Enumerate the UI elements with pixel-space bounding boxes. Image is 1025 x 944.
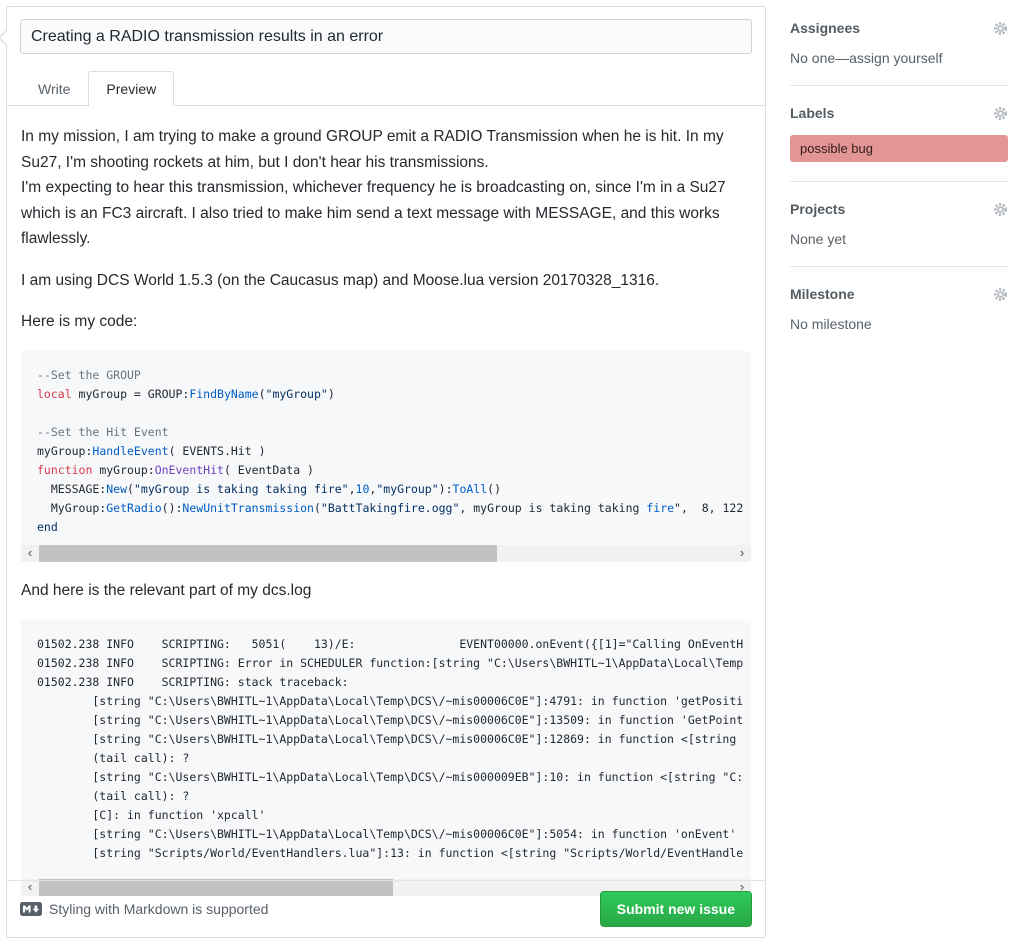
milestone-gear-button[interactable] xyxy=(993,287,1008,302)
paragraph-text: I'm expecting to hear this transmission,… xyxy=(21,179,726,247)
projects-value: None yet xyxy=(790,231,1008,247)
code-line: MESSAGE:New("myGroup is taking taking fi… xyxy=(37,480,735,499)
issue-sidebar: Assignees No one—assign yourself Labels xyxy=(790,20,1008,370)
log-line: [C]: in function 'xpcall' xyxy=(37,806,735,825)
code-line: --Set the Hit Event xyxy=(37,423,735,442)
sidebar-section-labels: Labels possible bug xyxy=(790,105,1008,182)
issue-body-paragraph: I am using DCS World 1.5.3 (on the Cauca… xyxy=(21,268,751,294)
projects-heading: Projects xyxy=(790,201,845,217)
code-line: function myGroup:OnEventHit( EventData ) xyxy=(37,461,735,480)
code-line: MyGroup:GetRadio():NewUnitTransmission("… xyxy=(37,499,735,518)
lua-code-lines: --Set the GROUPlocal myGroup = GROUP:Fin… xyxy=(21,351,751,545)
log-line: (tail call): ? xyxy=(37,787,735,806)
sidebar-section-projects: Projects None yet xyxy=(790,201,1008,267)
issue-body-paragraph: Here is my code: xyxy=(21,309,751,335)
milestone-value: No milestone xyxy=(790,316,1008,332)
markdown-support-note[interactable]: Styling with Markdown is supported xyxy=(20,901,268,917)
log-lines: 01502.238 INFO SCRIPTING: 5051( 13)/E: E… xyxy=(21,620,751,879)
gear-icon xyxy=(993,106,1008,121)
scroll-left-arrow[interactable]: ‹ xyxy=(21,545,39,562)
log-line: [string "C:\Users\BWHITL~1\AppData\Local… xyxy=(37,692,735,711)
markdown-note-text: Styling with Markdown is supported xyxy=(49,901,268,917)
assignees-heading: Assignees xyxy=(790,20,860,36)
sidebar-section-assignees: Assignees No one—assign yourself xyxy=(790,20,1008,86)
log-code-block: 01502.238 INFO SCRIPTING: 5051( 13)/E: E… xyxy=(21,620,751,896)
issue-title-input[interactable] xyxy=(20,19,752,54)
log-line: [string "C:\Users\BWHITL~1\AppData\Local… xyxy=(37,730,735,749)
gear-icon xyxy=(993,202,1008,217)
sidebar-section-milestone: Milestone No milestone xyxy=(790,286,1008,351)
write-preview-tabs: Write Preview xyxy=(7,71,765,106)
code-line: end xyxy=(37,518,735,537)
assignees-value[interactable]: No one—assign yourself xyxy=(790,50,1008,66)
log-line: (tail call): ? xyxy=(37,749,735,768)
new-issue-form: Write Preview In my mission, I am trying… xyxy=(6,6,766,938)
projects-gear-button[interactable] xyxy=(993,202,1008,217)
label-possible-bug[interactable]: possible bug xyxy=(790,135,1008,162)
log-line: 01502.238 INFO SCRIPTING: stack tracebac… xyxy=(37,673,735,692)
log-line: 01502.238 INFO SCRIPTING: 5051( 13)/E: E… xyxy=(37,635,735,654)
gear-icon xyxy=(993,287,1008,302)
issue-body-paragraph: And here is the relevant part of my dcs.… xyxy=(21,578,751,604)
paragraph-text: In my mission, I am trying to make a gro… xyxy=(21,128,724,171)
milestone-heading: Milestone xyxy=(790,286,855,302)
lua-code-block: --Set the GROUPlocal myGroup = GROUP:Fin… xyxy=(21,351,751,562)
scroll-right-arrow[interactable]: › xyxy=(733,545,751,562)
gear-icon xyxy=(993,21,1008,36)
log-line: [string "Scripts/World/EventHandlers.lua… xyxy=(37,844,735,863)
submit-new-issue-button[interactable]: Submit new issue xyxy=(600,891,752,927)
markdown-icon xyxy=(20,902,42,916)
tab-preview[interactable]: Preview xyxy=(88,71,174,106)
log-line: [string "C:\Users\BWHITL~1\AppData\Local… xyxy=(37,711,735,730)
scrollbar-thumb[interactable] xyxy=(39,545,497,562)
form-footer: Styling with Markdown is supported Submi… xyxy=(7,880,765,937)
comment-box-caret xyxy=(0,29,7,47)
scrollbar-track[interactable] xyxy=(39,545,733,562)
log-line: [string "C:\Users\BWHITL~1\AppData\Local… xyxy=(37,825,735,844)
code-line: myGroup:HandleEvent( EVENTS.Hit ) xyxy=(37,442,735,461)
issue-body-paragraph: In my mission, I am trying to make a gro… xyxy=(21,124,751,252)
log-line: 01502.238 INFO SCRIPTING: Error in SCHED… xyxy=(37,654,735,673)
code-line: local myGroup = GROUP:FindByName("myGrou… xyxy=(37,385,735,404)
labels-gear-button[interactable] xyxy=(993,106,1008,121)
code-line: --Set the GROUP xyxy=(37,366,735,385)
preview-pane: In my mission, I am trying to make a gro… xyxy=(7,106,765,896)
log-line: [string "C:\Users\BWHITL~1\AppData\Local… xyxy=(37,768,735,787)
labels-heading: Labels xyxy=(790,105,834,121)
assignees-gear-button[interactable] xyxy=(993,21,1008,36)
tab-write[interactable]: Write xyxy=(20,71,88,106)
horizontal-scrollbar[interactable]: ‹ › xyxy=(21,545,751,562)
code-line xyxy=(37,404,735,423)
